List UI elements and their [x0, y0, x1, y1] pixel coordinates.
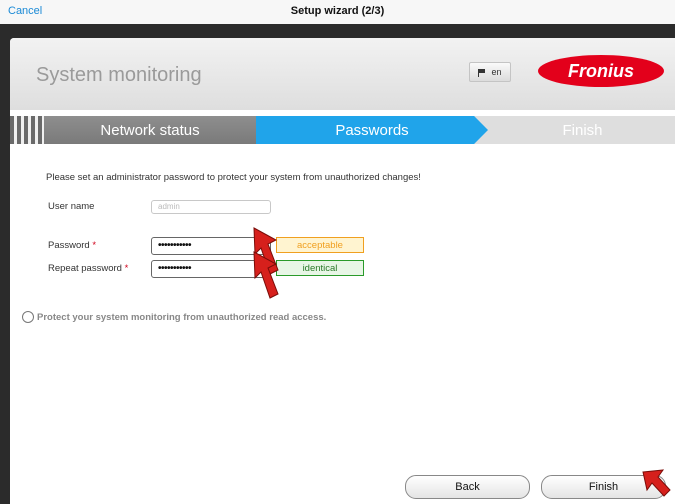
- annotation-arrow-icon: [253, 251, 279, 299]
- back-button[interactable]: Back: [405, 475, 530, 499]
- fronius-logo: Fronius: [538, 55, 664, 87]
- instruction-text: Please set an administrator password to …: [46, 172, 421, 183]
- required-marker: *: [124, 263, 129, 274]
- panel-header: System monitoring en Fronius: [10, 38, 675, 110]
- read-access-checkbox[interactable]: [22, 311, 34, 323]
- page-title: System monitoring: [36, 64, 202, 86]
- top-bar: Cancel Setup wizard (2/3): [0, 0, 675, 25]
- annotation-arrow-icon: [642, 469, 671, 497]
- logo-text: Fronius: [568, 61, 634, 81]
- password-strength-badge: acceptable: [276, 237, 364, 253]
- username-field[interactable]: admin: [151, 200, 271, 214]
- step-passwords: Passwords: [256, 116, 488, 144]
- steps-decoration: [10, 116, 44, 144]
- password-label-text: Password: [48, 240, 90, 251]
- password-label: Password *: [48, 240, 96, 251]
- username-label: User name: [48, 201, 95, 212]
- password-match-badge: identical: [276, 260, 364, 276]
- step-network-status: Network status: [44, 116, 256, 144]
- wizard-panel: System monitoring en Fronius Network sta…: [10, 38, 675, 504]
- step-finish: Finish: [470, 116, 675, 144]
- language-selector[interactable]: en: [469, 62, 511, 82]
- flag-icon: [478, 68, 486, 77]
- read-access-option[interactable]: Protect your system monitoring from unau…: [22, 311, 326, 323]
- repeat-password-label-text: Repeat password: [48, 263, 122, 274]
- read-access-label: Protect your system monitoring from unau…: [37, 311, 327, 323]
- wizard-steps: Network status Finish Passwords: [10, 116, 675, 144]
- repeat-password-label: Repeat password *: [48, 263, 128, 274]
- required-marker: *: [92, 240, 97, 251]
- language-label: en: [491, 67, 502, 77]
- wizard-title: Setup wizard (2/3): [290, 5, 385, 17]
- app-frame: System monitoring en Fronius Network sta…: [0, 24, 675, 504]
